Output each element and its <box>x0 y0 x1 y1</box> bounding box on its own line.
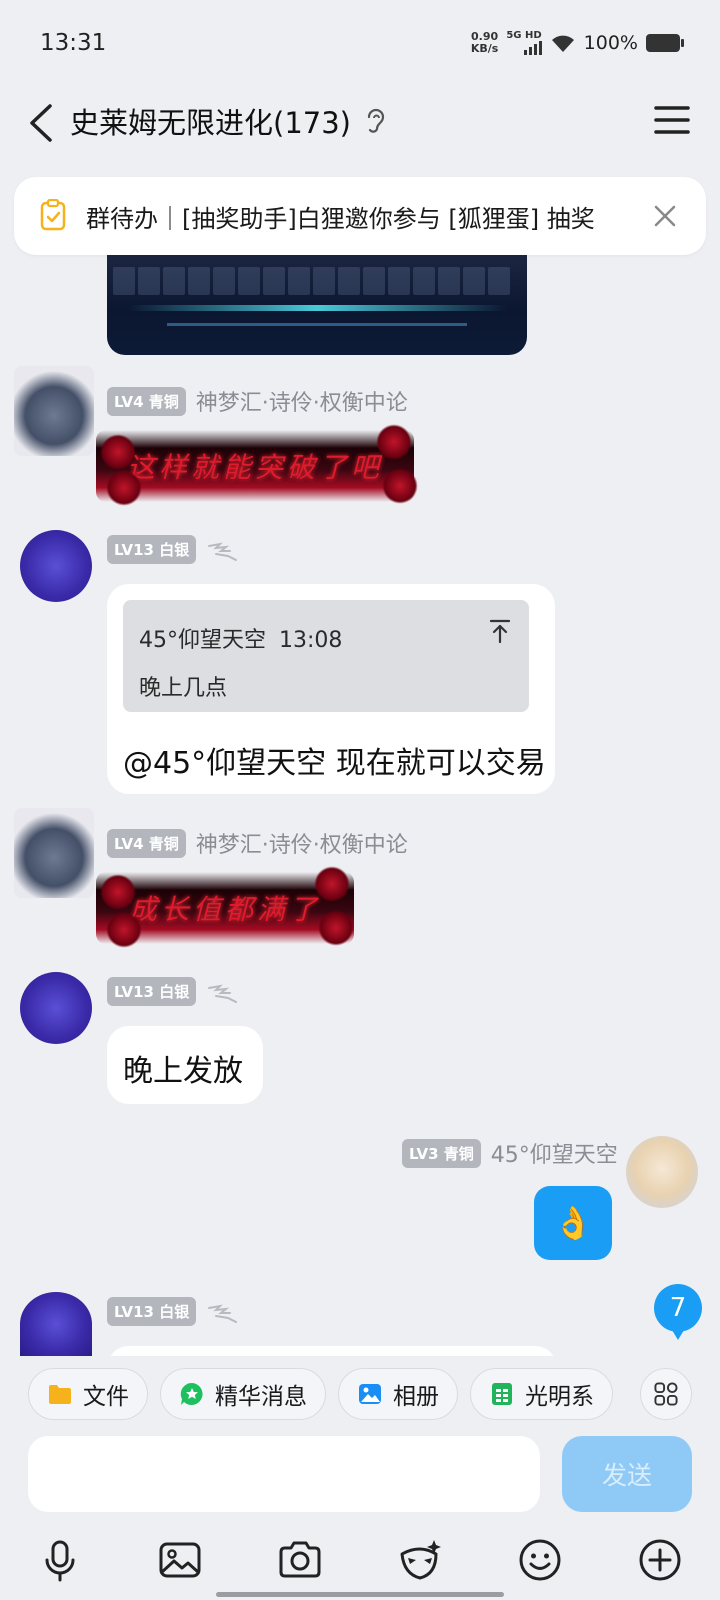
ear-icon[interactable] <box>360 104 390 138</box>
sender-name[interactable]: 45°仰望天空 <box>491 1137 618 1169</box>
back-button[interactable] <box>22 98 62 148</box>
sender-meta: LV13 白银 <box>107 1296 240 1326</box>
level-badge: LV3 青铜 <box>402 1138 481 1168</box>
avatar[interactable] <box>20 530 92 602</box>
avatar[interactable] <box>20 972 92 1044</box>
image-message[interactable] <box>107 255 527 355</box>
group-todo-banner[interactable]: 群待办｜[抽奖助手]白狸邀你参与 [狐狸蛋] 抽奖 <box>14 177 706 255</box>
sender-meta: LV4 青铜 神梦汇·诗伶·权衡中论 <box>107 386 408 416</box>
level-badge: LV4 青铜 <box>107 386 186 416</box>
quick-action-file[interactable]: 文件 <box>28 1368 148 1420</box>
quote-author: 45°仰望天空 <box>139 628 266 653</box>
sticker-message[interactable]: 成长值都满了 <box>96 866 354 948</box>
sender-name[interactable]: 神梦汇·诗伶·权衡中论 <box>196 385 408 417</box>
battery-percent: 100% <box>583 31 638 54</box>
microphone-icon[interactable] <box>36 1536 84 1584</box>
input-panel: 文件 精华消息 相册 光明系 发送 <box>0 1356 720 1600</box>
input-toolbar <box>0 1530 720 1590</box>
level-badge: LV13 白银 <box>107 534 197 564</box>
quick-action-album[interactable]: 相册 <box>338 1368 458 1420</box>
photo-icon <box>359 1384 381 1404</box>
image-icon[interactable] <box>156 1536 204 1584</box>
status-bar: 13:31 0.90 KB/s 5G HD 100% <box>0 0 720 86</box>
wifi-icon <box>551 35 574 52</box>
message-bubble[interactable]: 晚上发放 <box>107 1026 263 1104</box>
battery-icon <box>646 33 684 52</box>
chat-title[interactable]: 史莱姆无限进化(173) <box>70 100 351 142</box>
camera-icon[interactable] <box>276 1536 324 1584</box>
status-indicators: 0.90 KB/s 5G HD 100% <box>470 29 684 55</box>
close-icon[interactable] <box>650 201 680 231</box>
emoji-icon[interactable] <box>516 1536 564 1584</box>
sticker-text: 成长值都满了 <box>128 893 321 926</box>
message-text: @45°仰望天空 现在就可以交易 <box>123 746 546 781</box>
avatar[interactable] <box>626 1136 698 1208</box>
jump-to-top-icon[interactable] <box>487 618 513 644</box>
network-speed: 0.90 KB/s <box>470 29 499 55</box>
chat-header: 史莱姆无限进化(173) <box>0 86 720 170</box>
sender-meta: LV13 白银 <box>107 534 240 564</box>
todo-text: 群待办｜[抽奖助手]白狸邀你参与 [狐狸蛋] 抽奖 <box>86 205 595 233</box>
sender-name[interactable]: 神梦汇·诗伶·权衡中论 <box>196 827 408 859</box>
level-badge: LV13 白银 <box>107 976 197 1006</box>
sender-meta: LV3 青铜 45°仰望天空 <box>402 1138 618 1168</box>
star-bubble-icon <box>180 1382 203 1405</box>
sender-meta: LV4 青铜 神梦汇·诗伶·权衡中论 <box>107 828 408 858</box>
sticker-text: 这样就能突破了吧 <box>126 451 383 484</box>
ok-hand-emoji: 👌 <box>553 1204 593 1242</box>
folder-icon <box>49 1385 71 1404</box>
quick-action-bar: 文件 精华消息 相册 光明系 <box>28 1368 613 1420</box>
wing-icon <box>208 984 238 1003</box>
quick-action-essence[interactable]: 精华消息 <box>160 1368 326 1420</box>
cellular-signal-icon: 5G HD <box>506 30 542 55</box>
quote-text: 晚上几点 <box>139 676 228 701</box>
wing-icon <box>208 542 238 561</box>
sticker-message[interactable]: 这样就能突破了吧 <box>96 424 418 506</box>
wing-icon <box>208 1304 238 1323</box>
sender-meta: LV13 白银 <box>107 976 240 1006</box>
home-indicator[interactable] <box>216 1592 504 1597</box>
send-button[interactable]: 发送 <box>562 1436 692 1512</box>
quote-time: 13:08 <box>279 628 343 653</box>
avatar[interactable] <box>14 366 94 456</box>
unread-count-badge[interactable]: 7 <box>654 1284 702 1340</box>
level-badge: LV4 青铜 <box>107 828 186 858</box>
message-text: 晚上发放 <box>123 1054 243 1089</box>
message-bubble[interactable]: 45°仰望天空 13:08 晚上几点 @45°仰望天空 现在就可以交易 <box>107 584 555 794</box>
quick-action-doc[interactable]: 光明系 <box>470 1368 613 1420</box>
avatar[interactable] <box>20 1292 92 1356</box>
status-time: 13:31 <box>40 30 107 56</box>
todo-clipboard-icon <box>40 199 66 231</box>
doc-icon <box>492 1383 512 1405</box>
more-apps-icon[interactable] <box>640 1368 692 1420</box>
quoted-message[interactable]: 45°仰望天空 13:08 晚上几点 <box>123 600 529 712</box>
message-input[interactable] <box>28 1436 540 1512</box>
level-badge: LV13 白银 <box>107 1296 197 1326</box>
avatar[interactable] <box>14 808 94 898</box>
mask-effect-icon[interactable] <box>396 1536 444 1584</box>
emoji-message[interactable]: 👌 <box>534 1186 612 1260</box>
plus-icon[interactable] <box>636 1536 684 1584</box>
menu-icon[interactable] <box>650 100 694 140</box>
